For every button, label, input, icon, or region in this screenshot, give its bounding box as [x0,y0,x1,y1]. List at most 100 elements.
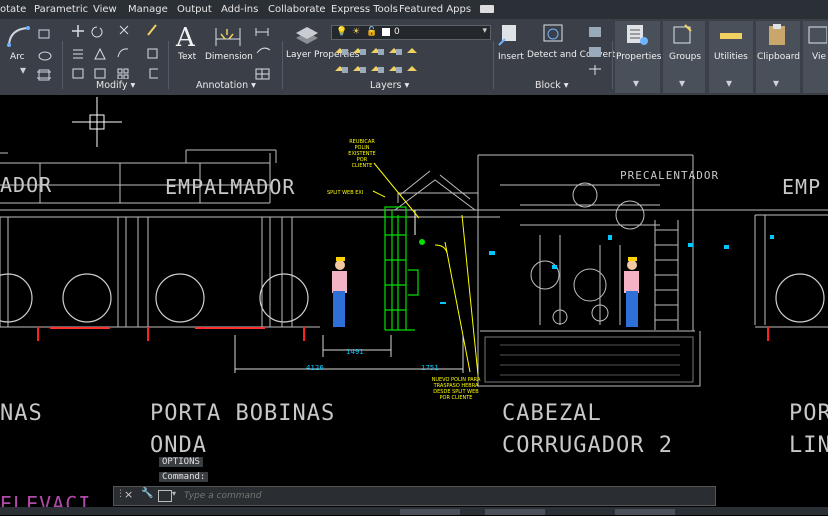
close-icon[interactable]: × [124,488,133,501]
detect-convert-label: Detect and Convert [527,50,616,60]
menu-manage[interactable]: Manage [128,4,168,15]
status-button[interactable] [400,509,460,515]
crosshair-cursor [72,97,122,147]
insert-label: Insert [498,52,524,62]
worker-right [624,257,639,327]
sun-icon: ☀ [352,27,361,37]
modify-tools-icon[interactable] [70,23,165,79]
note-line: CLIENTE [351,163,373,169]
menu-collaborate[interactable]: Collaborate [268,4,326,15]
label-cabezal: CABEZAL [502,401,602,426]
chevron-down-icon[interactable]: ▾ [172,489,176,498]
yellow-leaders [372,162,479,376]
dim-1751: 1751 [421,364,439,372]
view-label: Vie [812,52,826,62]
menu-featured-apps[interactable]: Featured Apps [399,4,471,15]
panel-block[interactable]: Block ▾ [535,80,568,91]
draw-tools-icon[interactable] [36,25,58,85]
wrench-icon[interactable]: 🔧 [141,488,153,499]
chevron-down-icon: ▾ [482,26,487,36]
paper-rolls [0,273,825,323]
clipboard-label: Clipboard [757,52,800,62]
panel-annotation[interactable]: Annotation ▾ [196,80,256,91]
view-icon [808,26,827,44]
label-nas: NAS [0,401,43,426]
command-history-line: Command: [159,472,209,482]
layer-properties-icon[interactable] [294,24,320,46]
arc-dropdown-icon[interactable]: ▾ [20,64,26,76]
worker-left [332,257,347,327]
label-precalentador: PRECALENTADOR [620,169,720,182]
properties-label: Properties [616,52,662,62]
split-web-green [384,206,419,331]
label-empalmador: EMPALMADOR [165,175,296,199]
arc-label: Arc [10,52,25,62]
menu-add-ins[interactable]: Add-ins [221,4,258,15]
properties-icon [627,25,648,45]
menu-rotate[interactable]: otate [0,4,26,15]
dimension-icon[interactable] [213,25,243,49]
annotation-tools-icon[interactable] [254,25,274,81]
menu-parametric[interactable]: Parametric [34,4,88,15]
color-swatch [382,28,390,36]
view-button[interactable]: Vie [803,21,828,93]
clipboard-button[interactable]: Clipboard ▾ [756,21,800,93]
detect-convert-icon[interactable] [541,23,567,47]
utilities-button[interactable]: Utilities ▾ [709,21,753,93]
note-line: POR CLIENTE [439,395,473,401]
note-nuevo-polin: NUEVO POLIN PARA TRASPASO HEBRA DESDE SP… [426,377,486,401]
label-lin-right: LIN [789,433,828,458]
label-porta-bobinas: PORTA BOBINAS [150,401,336,426]
arc-icon[interactable] [6,25,32,47]
groups-button[interactable]: Groups ▾ [663,21,705,93]
utilities-icon [720,33,742,39]
drawing-geometry [0,97,828,387]
command-prompt-icon[interactable] [158,490,172,502]
label-empalmador-left: ADOR [0,173,53,197]
dimension-label: Dimension [205,52,253,62]
utilities-label: Utilities [714,52,748,62]
status-button[interactable] [615,509,675,515]
layer-dropdown[interactable]: 💡 ☀ 🔓 0 ▾ [331,25,491,40]
groups-icon [673,24,692,44]
block-tools-icon[interactable] [586,25,608,81]
menu-view[interactable]: View [93,4,117,15]
layer-properties-label: Layer Properties [286,50,360,60]
dim-4126: 4126 [306,364,324,372]
layer-tools-icon[interactable] [333,43,419,77]
red-markers [37,327,769,341]
clipboard-icon [769,24,785,45]
command-input[interactable] [182,488,711,504]
properties-button[interactable]: Properties ▾ [615,21,662,93]
label-corrugador: CORRUGADOR 2 [502,433,673,458]
foundation-pit [477,331,701,387]
groups-label: Groups [669,52,702,62]
blue-details [440,235,774,304]
command-history-line: OPTIONS [159,457,203,467]
chevron-down-icon: ▾ [633,76,640,90]
dim-1491: 1491 [346,348,364,356]
status-bar [0,507,828,515]
text-icon[interactable]: A [176,23,195,53]
panel-layers[interactable]: Layers ▾ [370,80,409,91]
green-roller [419,239,425,245]
command-line: ⋮ × 🔧 ▾ [113,486,716,506]
chevron-down-icon: ▾ [726,76,733,90]
lock-icon: 🔓 [366,27,378,37]
label-onda: ONDA [150,433,207,458]
label-por-right: POR [789,401,828,426]
note-split-web: SPLIT WEB EXI [327,190,364,196]
chevron-down-icon: ▾ [679,76,686,90]
lightbulb-icon: 💡 [336,27,348,37]
insert-icon[interactable] [496,23,522,47]
menu-output[interactable]: Output [177,4,212,15]
drawing-canvas[interactable]: REUBICAR POLIN EXISTENTE POR CLIENTE SPL… [0,95,828,516]
note-reubicar: REUBICAR POLIN EXISTENTE POR CLIENTE [344,139,380,169]
panel-modify[interactable]: Modify ▾ [96,80,135,91]
menu-express-tools[interactable]: Express Tools [331,4,398,15]
workspace-switch-icon[interactable] [480,5,494,13]
label-empalmador-right: EMP [782,175,822,199]
menu-bar: otate Parametric View Manage Output Add-… [0,0,828,19]
ribbon: Arc ▾ Modify ▾ A Text Dimension Annotati… [0,19,828,95]
status-button[interactable] [485,509,545,515]
